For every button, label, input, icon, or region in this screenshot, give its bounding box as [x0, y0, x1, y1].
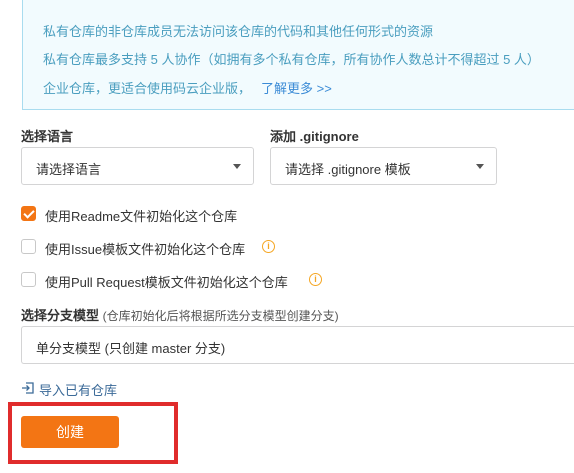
issue-template-option-label: 使用Issue模板文件初始化这个仓库	[45, 242, 246, 257]
pr-template-checkbox[interactable]	[21, 272, 36, 287]
issue-template-checkbox[interactable]	[21, 239, 36, 254]
create-button[interactable]: 创建	[21, 416, 119, 448]
pr-template-option-label: 使用Pull Request模板文件初始化这个仓库	[45, 275, 288, 290]
readme-checkbox[interactable]	[21, 206, 36, 221]
readme-option-label: 使用Readme文件初始化这个仓库	[45, 209, 238, 224]
gitignore-label: 添加 .gitignore	[270, 129, 359, 144]
notice-line-2: 私有仓库最多支持 5 人协作（如拥有多个私有仓库，所有协作人数总计不得超过 5 …	[43, 52, 540, 67]
info-icon[interactable]: i	[309, 273, 322, 286]
branch-model-title: 选择分支模型 (仓库初始化后将根据所选分支模型创建分支)	[21, 305, 339, 324]
issue-template-option[interactable]: 使用Issue模板文件初始化这个仓库 i	[21, 238, 291, 257]
language-select[interactable]: 请选择语言	[21, 147, 254, 185]
notice-line-3-text: 企业仓库，更适合使用码云企业版，	[43, 81, 252, 96]
import-icon	[22, 382, 34, 394]
import-repo-label: 导入已有仓库	[39, 383, 118, 398]
branch-model-select[interactable]: 单分支模型 (只创建 master 分支)	[21, 326, 574, 364]
notice-line-3: 企业仓库，更适合使用码云企业版， 了解更多 >>	[43, 78, 332, 97]
language-label: 选择语言	[21, 129, 74, 144]
language-select-value: 请选择语言	[36, 162, 102, 177]
gitignore-select-value: 请选择 .gitignore 模板	[285, 162, 411, 177]
info-icon[interactable]: i	[262, 240, 275, 253]
notice-line-1: 私有仓库的非仓库成员无法访问该仓库的代码和其他任何形式的资源	[43, 24, 434, 39]
learn-more-link[interactable]: 了解更多 >>	[261, 81, 332, 96]
chevron-down-icon	[476, 164, 484, 169]
readme-option[interactable]: 使用Readme文件初始化这个仓库	[21, 205, 281, 224]
chevron-down-icon	[233, 164, 241, 169]
private-repo-notice: 私有仓库的非仓库成员无法访问该仓库的代码和其他任何形式的资源 私有仓库最多支持 …	[22, 0, 574, 110]
gitignore-select[interactable]: 请选择 .gitignore 模板	[270, 147, 497, 185]
pr-template-option[interactable]: 使用Pull Request模板文件初始化这个仓库 i	[21, 271, 341, 290]
branch-model-select-value: 单分支模型 (只创建 master 分支)	[36, 341, 226, 356]
branch-model-hint: (仓库初始化后将根据所选分支模型创建分支)	[102, 309, 339, 323]
branch-model-label: 选择分支模型	[21, 308, 100, 323]
